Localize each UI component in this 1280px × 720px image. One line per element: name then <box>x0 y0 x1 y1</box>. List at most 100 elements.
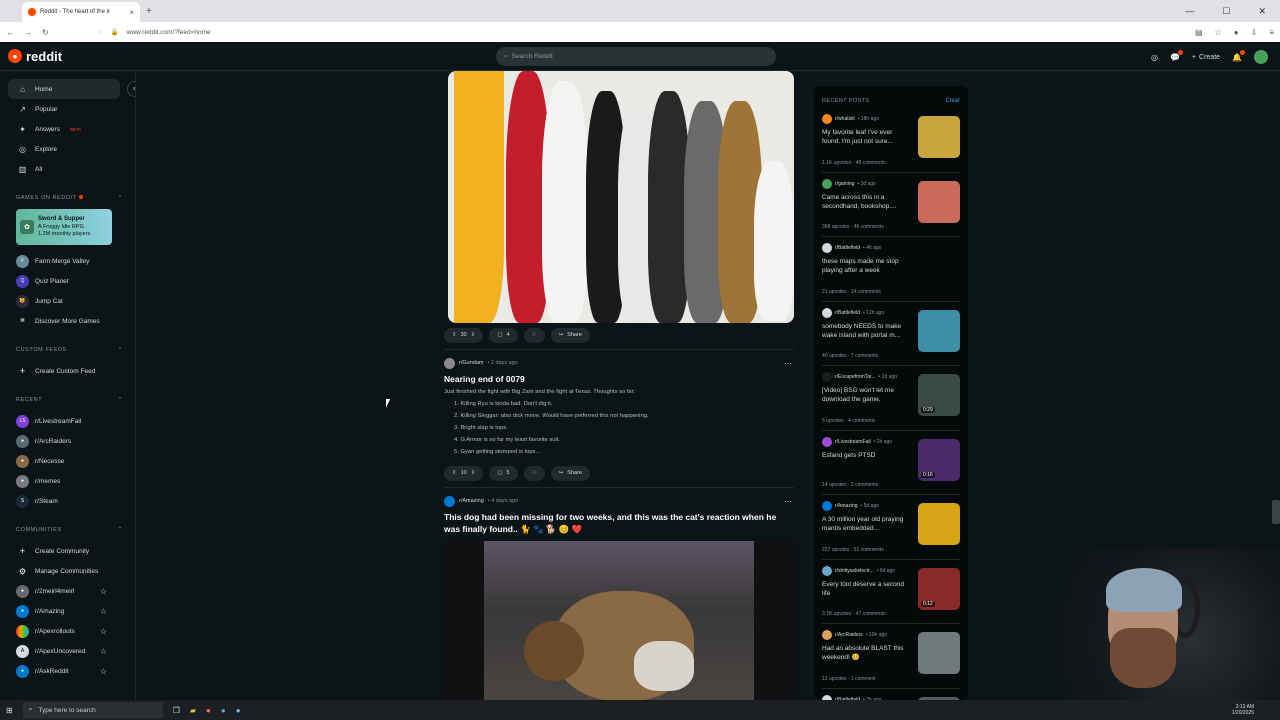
more-options-icon[interactable]: ⋯ <box>784 359 792 368</box>
new-tab-button[interactable]: + <box>146 6 152 17</box>
bookmark-star-icon[interactable]: ☆ <box>1215 28 1222 37</box>
recent-post-title[interactable]: [Video] BSG won't let me download the ga… <box>822 386 912 405</box>
game-item[interactable]: F Farm Merge Valley <box>8 251 127 271</box>
upvote-icon[interactable]: ⇧ <box>452 332 457 338</box>
game-item[interactable]: Q Quiz Planet <box>8 271 127 291</box>
close-window-button[interactable]: ✕ <box>1258 6 1266 17</box>
recent-post-title[interactable]: these maps made me stop playing after a … <box>822 257 912 276</box>
post-title[interactable]: This dog had been missing for two weeks,… <box>444 512 794 535</box>
task-view-icon[interactable]: ❐ <box>173 706 180 715</box>
nav-explore[interactable]: ◎ Explore <box>8 139 127 159</box>
recent-post-subreddit[interactable]: r/Battlefield <box>835 245 860 251</box>
game-item[interactable]: 🐱 Jump Cat <box>8 291 127 311</box>
subreddit-avatar[interactable] <box>444 357 455 369</box>
reddit-logo[interactable]: ● reddit <box>8 49 62 64</box>
favorite-star-icon[interactable]: ☆ <box>100 627 107 636</box>
recent-post-subreddit[interactable]: r/Battlefield <box>835 310 860 316</box>
forward-icon[interactable]: → <box>24 28 32 37</box>
recent-post-thumbnail[interactable] <box>918 632 960 674</box>
recent-post-thumbnail[interactable] <box>918 180 960 223</box>
recent-item[interactable]: ● r/memes <box>8 471 127 491</box>
community-item[interactable]: A r/ApexUncovered ☆ <box>8 641 127 661</box>
recent-post-thumbnail[interactable] <box>918 309 960 352</box>
communities-section-header[interactable]: COMMUNITIES ⌃ <box>8 523 127 537</box>
share-button[interactable]: ↪ Share <box>550 465 590 481</box>
create-button[interactable]: + Create <box>1192 54 1220 61</box>
comments-button[interactable]: ▢ 5 <box>489 465 518 481</box>
recent-post-title[interactable]: Esfand gets PTSD <box>822 451 912 460</box>
recent-post-subreddit[interactable]: r/ArcRaiders <box>835 632 863 638</box>
url-field[interactable]: ◌ 🔒 www.reddit.com/?feed=home <box>99 28 211 37</box>
recent-post-thumbnail[interactable]: 0:29 <box>918 374 960 416</box>
recent-post-thumbnail[interactable]: 0:12 <box>918 567 960 610</box>
steam-taskbar-icon[interactable]: ● <box>236 706 241 715</box>
upvote-icon[interactable]: ⇧ <box>452 470 457 476</box>
subreddit-avatar[interactable] <box>444 495 455 507</box>
community-item[interactable]: r/Apexrollouts ☆ <box>8 621 127 641</box>
ads-icon[interactable]: ◎ <box>1151 53 1158 62</box>
nav-all[interactable]: ▥ All <box>8 159 127 179</box>
recent-item[interactable]: ● r/ArcRaiders <box>8 431 127 451</box>
favorite-star-icon[interactable]: ☆ <box>100 607 107 616</box>
recent-item[interactable]: ● r/Necesse <box>8 451 127 471</box>
games-section-header[interactable]: GAMES ON REDDIT ⌃ <box>8 191 127 205</box>
tab-close-icon[interactable]: × <box>129 8 134 17</box>
extension-icon[interactable]: ● <box>1234 28 1239 37</box>
recent-post-subreddit[interactable]: r/gaming <box>835 181 854 187</box>
download-icon[interactable]: ⇩ <box>1251 28 1258 37</box>
vote-control[interactable]: ⇧ 30 ⇩ <box>444 327 484 343</box>
minimize-button[interactable]: — <box>1185 6 1194 17</box>
recent-post-item[interactable]: r/ArcRaiders • 10h ago Had an absolute BLA… <box>822 624 960 689</box>
award-button[interactable]: ♢ <box>523 465 545 481</box>
recent-post-item[interactable]: r/Battlefield • 12h ago somebody NEEDS to … <box>822 302 960 366</box>
recent-post-subreddit[interactable]: r/LivestreamFail <box>835 439 871 445</box>
maximize-button[interactable]: ☐ <box>1222 6 1230 17</box>
vote-control[interactable]: ⇧ 10 ⇩ <box>444 465 484 481</box>
chat-icon[interactable]: 💬 <box>1170 49 1183 62</box>
recent-post-item[interactable]: r/EscapefromTar... • 2d ago [Video] BSG wo… <box>822 366 960 431</box>
favorite-star-icon[interactable]: ☆ <box>100 667 107 676</box>
downvote-icon[interactable]: ⇩ <box>471 332 476 338</box>
file-explorer-icon[interactable]: ▰ <box>190 706 196 715</box>
search-input[interactable]: ⌕ Search Reddit <box>496 47 776 66</box>
recent-post-title[interactable]: Had an absolute BLAST this weekend! 😊 <box>822 644 912 663</box>
recent-post-item[interactable]: r/Battlefield • 2h ago <box>822 689 960 700</box>
manage-communities-button[interactable]: ⚙ Manage Communities <box>8 561 127 581</box>
post-title[interactable]: Nearing end of 0079 <box>444 374 794 385</box>
recent-post-title[interactable]: Every tool deserve a second life <box>822 580 912 599</box>
game-item[interactable]: ⌘ Discover More Games <box>8 311 127 331</box>
create-custom-feed-button[interactable]: + Create Custom Feed <box>8 361 127 381</box>
subreddit-link[interactable]: r/Amazing <box>459 498 484 504</box>
recent-post-item[interactable]: r/Amazing • 5d ago A 30 million year old p… <box>822 495 960 560</box>
reader-icon[interactable]: ▤ <box>1195 28 1203 37</box>
award-button[interactable]: ♢ <box>523 327 545 343</box>
community-item[interactable]: ● r/AskReddit ☆ <box>8 661 127 681</box>
clear-button[interactable]: Clear <box>946 98 960 104</box>
downvote-icon[interactable]: ⇩ <box>471 470 476 476</box>
user-avatar[interactable] <box>1254 50 1268 64</box>
custom-feeds-section-header[interactable]: CUSTOM FEEDS ⌃ <box>8 343 127 357</box>
nav-answers[interactable]: ✦ Answers BETA <box>8 119 127 139</box>
recent-post-item[interactable]: r/shittyaskelectr... • 6d ago Every tool d… <box>822 560 960 624</box>
taskbar-search[interactable]: ⌕ Type here to search <box>22 702 163 718</box>
notifications-icon[interactable]: 🔔 <box>1232 49 1245 62</box>
dog-video[interactable] <box>444 541 794 700</box>
recent-post-title[interactable]: A 30 million year old praying mantis emb… <box>822 515 912 534</box>
recent-post-item[interactable]: r/gaming • 3d ago Came across this in a se… <box>822 173 960 237</box>
recent-post-thumbnail[interactable] <box>918 116 960 158</box>
recent-post-subreddit[interactable]: r/EscapefromTar... <box>835 374 876 380</box>
browser-tab[interactable]: Reddit - The heart of the ir × <box>22 2 140 22</box>
featured-game-card[interactable]: ✿ Sword & Supper A Froggy Idle RPG 1.2M … <box>16 209 112 245</box>
recent-section-header[interactable]: RECENT ⌃ <box>8 393 127 407</box>
recent-post-title[interactable]: Came across this in a secondhand, booksh… <box>822 193 912 212</box>
recent-post-subreddit[interactable]: r/Amazing <box>835 503 858 509</box>
windows-start-icon[interactable]: ⊞ <box>6 706 13 715</box>
comments-button[interactable]: ▢ 4 <box>489 327 518 343</box>
community-item[interactable]: ● r/Amazing ☆ <box>8 601 127 621</box>
recent-post-thumbnail[interactable]: 0:16 <box>918 438 960 481</box>
subreddit-link[interactable]: r/Gundam <box>459 360 483 366</box>
recent-post-item[interactable]: r/Battlefield • 4h ago these maps made me … <box>822 237 960 302</box>
recent-post-title[interactable]: somebody NEEDS to make wake island with … <box>822 322 912 341</box>
firefox-icon[interactable]: ● <box>206 706 211 715</box>
chrome-icon[interactable]: ● <box>221 706 226 715</box>
